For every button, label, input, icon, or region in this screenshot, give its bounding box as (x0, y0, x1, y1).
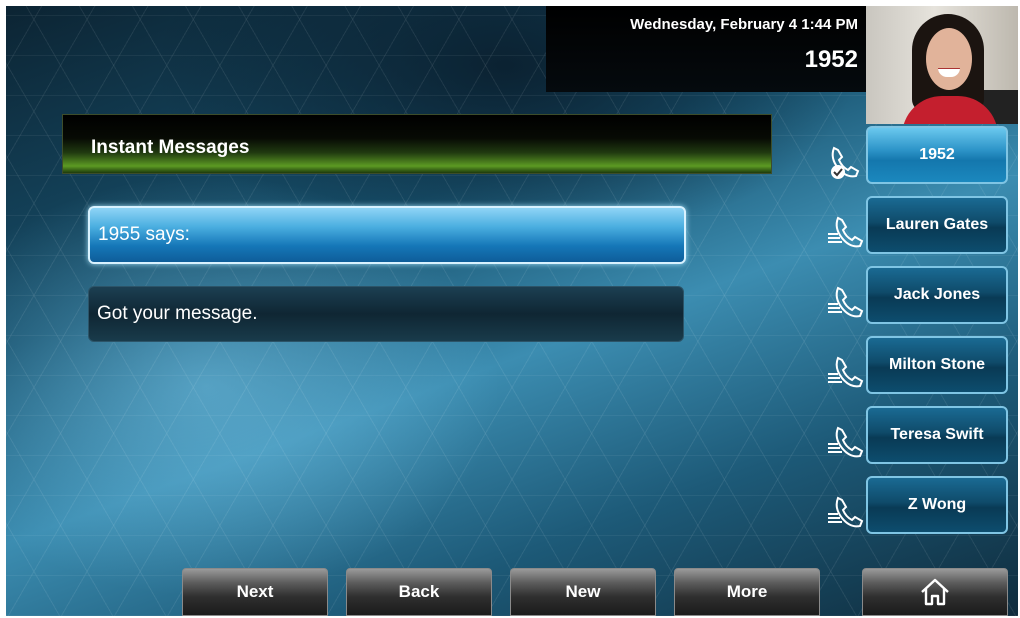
line-keys: 1952 Lauren Gates Jack Jones Milton Ston… (822, 126, 1018, 546)
line-key-jack-jones-button[interactable]: Jack Jones (866, 266, 1008, 324)
back-softkey[interactable]: Back (346, 568, 492, 616)
phone-registered-icon (831, 146, 860, 179)
video-preview (866, 6, 1018, 124)
line-key-milton-stone-button[interactable]: Milton Stone (866, 336, 1008, 394)
line-key-teresa-swift-button[interactable]: Teresa Swift (866, 406, 1008, 464)
phone-speed-dial-icon (828, 356, 864, 388)
new-softkey[interactable]: New (510, 568, 656, 616)
message-body-row[interactable]: Got your message. (88, 286, 684, 342)
line-key-1952[interactable]: 1952 (822, 126, 1018, 192)
own-line-number: 1952 (804, 46, 858, 73)
phone-speed-dial-icon (828, 286, 864, 318)
line-key-lauren-gates[interactable]: Lauren Gates (822, 196, 1018, 262)
line-key-jack-jones[interactable]: Jack Jones (822, 266, 1018, 332)
phone-screen: Wednesday, February 4 1:44 PM 1952 Insta… (6, 6, 1018, 616)
more-softkey[interactable]: More (674, 568, 820, 616)
line-key-milton-stone[interactable]: Milton Stone (822, 336, 1018, 402)
line-key-z-wong[interactable]: Z Wong (822, 476, 1018, 542)
message-body-text: Got your message. (97, 303, 258, 324)
page-title: Instant Messages (91, 137, 250, 158)
phone-speed-dial-icon (828, 426, 864, 458)
line-key-lauren-gates-button[interactable]: Lauren Gates (866, 196, 1008, 254)
date-time: Wednesday, February 4 1:44 PM (630, 16, 858, 33)
line-key-z-wong-button[interactable]: Z Wong (866, 476, 1008, 534)
phone-speed-dial-icon (828, 216, 864, 248)
page-header: Instant Messages (62, 114, 772, 174)
softkey-bar: Next Back New More (182, 568, 1018, 616)
line-key-1952-button[interactable]: 1952 (866, 126, 1008, 184)
message-sender-row[interactable]: 1955 says: (88, 206, 686, 264)
message-sender-text: 1955 says: (98, 224, 190, 245)
status-bar: Wednesday, February 4 1:44 PM 1952 (546, 6, 866, 92)
line-key-teresa-swift[interactable]: Teresa Swift (822, 406, 1018, 472)
home-icon (921, 578, 949, 606)
phone-speed-dial-icon (828, 496, 864, 528)
next-softkey[interactable]: Next (182, 568, 328, 616)
home-button[interactable] (862, 568, 1008, 616)
